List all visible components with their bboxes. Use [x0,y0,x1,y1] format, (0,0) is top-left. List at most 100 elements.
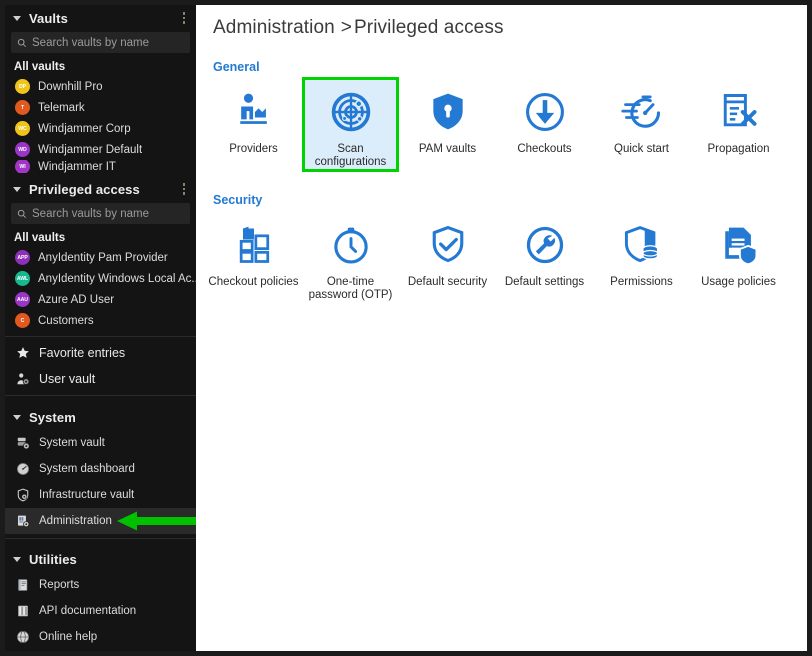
list-item-label: Telemark [38,101,85,114]
online-help-icon [15,629,31,645]
checkouts-icon [522,89,568,135]
caret-down-icon[interactable] [13,15,21,21]
tile-propagation[interactable]: Propagation [690,77,787,172]
list-item[interactable]: WI Windjammer IT [5,160,196,173]
list-item[interactable]: AAU Azure AD User [5,289,196,310]
tile-label: Usage policies [701,276,776,288]
sidebar-section-header-vaults[interactable]: Vaults [5,5,196,31]
list-item[interactable]: T Telemark [5,97,196,118]
list-item[interactable]: APP AnyIdentity Pam Provider [5,247,196,268]
permissions-icon [619,222,665,268]
tile-label: Quick start [614,143,669,155]
search-icon [17,38,27,47]
sidebar-section-header-system[interactable]: System [5,404,196,430]
tile-default-security[interactable]: Default security [399,210,496,305]
pam-vaults-icon [425,89,471,135]
sidebar-item-system-dashboard[interactable]: System dashboard [5,456,196,482]
tile-checkout-policies[interactable]: Checkout policies [205,210,302,305]
sidebar-section-title: System [29,409,76,425]
main-content: Administration > Privileged access General… [196,5,807,651]
search-placeholder: Search vaults by name [32,36,149,49]
sidebar-item-api-documentation[interactable]: API documentation [5,598,196,624]
tile-otp[interactable]: One-time password (OTP) [302,210,399,305]
list-item[interactable]: AWL AnyIdentity Windows Local Ac... [5,268,196,289]
sidebar-group-label: All vaults [14,232,66,244]
sidebar-item-administration[interactable]: Administration [5,508,196,534]
star-icon [15,345,31,361]
caret-down-icon[interactable] [13,414,21,420]
tile-label: Scan configurations [314,143,387,168]
tile-label: Checkout policies [208,276,299,288]
tile-grid-general: Providers Scan configurations PAM vaults… [196,77,807,172]
sidebar-item-label: Reports [39,579,80,591]
kebab-menu-icon[interactable] [178,10,190,26]
divider [5,538,196,539]
sidebar-section-title: Privileged access [29,181,140,197]
sidebar-item-label: System vault [39,437,105,449]
tile-grid-security: Checkout policies One-time password (OTP… [196,210,807,305]
reports-icon [15,577,31,593]
list-item-label: Azure AD User [38,293,115,306]
scan-configurations-icon [328,89,374,135]
tile-pam-vaults[interactable]: PAM vaults [399,77,496,172]
tile-scan-configurations[interactable]: Scan configurations [302,77,399,172]
sidebar: Vaults Search vaults by name All vaults … [5,5,196,651]
search-icon [17,209,27,218]
administration-icon [15,513,31,529]
list-item[interactable]: C Customers [5,310,196,331]
caret-down-icon[interactable] [13,556,21,562]
quick-start-icon [619,89,665,135]
avatar: C [15,313,30,328]
tile-checkouts[interactable]: Checkouts [496,77,593,172]
list-item-label: Windjammer Default [38,143,143,156]
search-privileged-vaults-input[interactable]: Search vaults by name [11,203,190,224]
sidebar-item-label: Online help [39,631,98,643]
tile-providers[interactable]: Providers [205,77,302,172]
list-item-label: AnyIdentity Pam Provider [38,251,168,264]
vault-list-vaults: DP Downhill Pro T Telemark WC Windjammer… [5,76,196,173]
avatar: AAU [15,292,30,307]
list-item-label: Windjammer Corp [38,122,131,135]
tile-label: Providers [229,143,278,155]
list-item[interactable]: WD Windjammer Default [5,139,196,160]
tile-label: One-time password (OTP) [308,276,393,301]
section-title-general: General [213,60,260,74]
tile-label: Default settings [504,276,585,288]
search-vaults-input[interactable]: Search vaults by name [11,32,190,53]
avatar: WD [15,142,30,157]
list-item-label: AnyIdentity Windows Local Ac... [38,272,196,285]
divider [5,336,196,337]
sidebar-section-title: Vaults [29,10,68,26]
user-vault-icon [15,371,31,387]
sidebar-item-system-vault[interactable]: System vault [5,430,196,456]
tile-default-settings[interactable]: Default settings [496,210,593,305]
default-security-icon [425,222,471,268]
sidebar-item-online-help[interactable]: Online help [5,624,196,650]
avatar: DP [15,79,30,94]
tile-permissions[interactable]: Permissions [593,210,690,305]
usage-policies-icon [716,222,762,268]
breadcrumb-root[interactable]: Administration [213,17,335,38]
sidebar-section-header-privileged-access[interactable]: Privileged access [5,176,196,202]
sidebar-section-header-utilities[interactable]: Utilities [5,546,196,572]
sidebar-item-infrastructure-vault[interactable]: Infrastructure vault [5,482,196,508]
sidebar-item-favorite-entries[interactable]: Favorite entries [5,340,196,366]
avatar: WI [15,160,30,173]
tile-usage-policies[interactable]: Usage policies [690,210,787,305]
tile-label: Checkouts [517,143,572,155]
system-vault-icon [15,435,31,451]
sidebar-item-reports[interactable]: Reports [5,572,196,598]
list-item[interactable]: WC Windjammer Corp [5,118,196,139]
kebab-menu-icon[interactable] [178,181,190,197]
default-settings-icon [522,222,568,268]
list-item[interactable]: DP Downhill Pro [5,76,196,97]
infrastructure-vault-icon [15,487,31,503]
avatar: AWL [15,271,30,286]
sidebar-item-user-vault[interactable]: User vault [5,366,196,392]
checkout-policies-icon [231,222,277,268]
divider [5,395,196,396]
avatar: T [15,100,30,115]
search-placeholder: Search vaults by name [32,207,149,220]
caret-down-icon[interactable] [13,186,21,192]
tile-quick-start[interactable]: Quick start [593,77,690,172]
